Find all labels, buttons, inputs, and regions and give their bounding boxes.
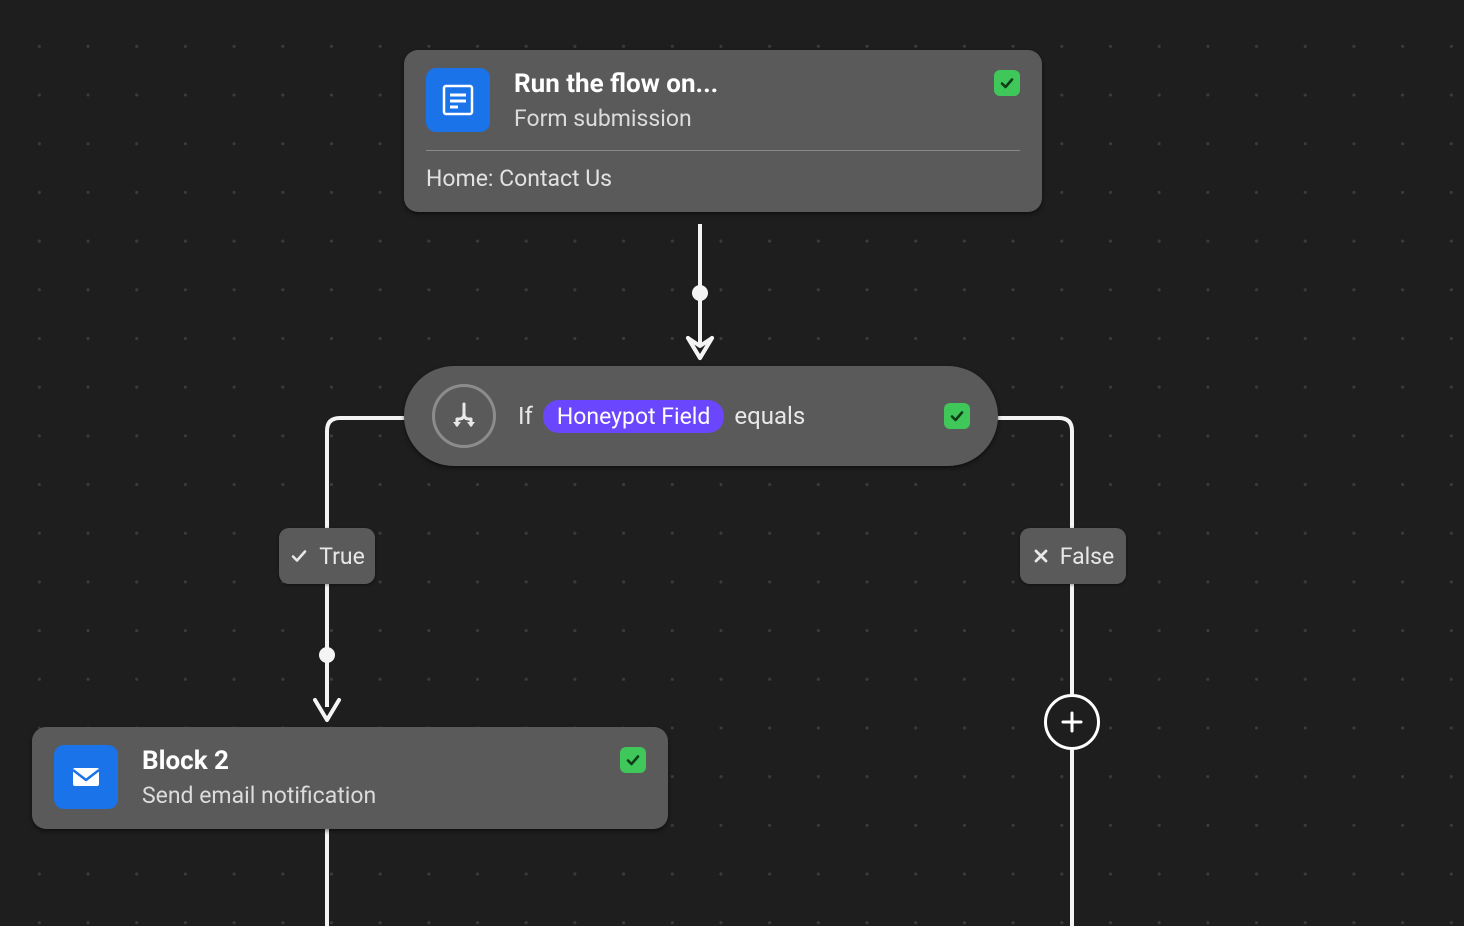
- flow-canvas[interactable]: Run the flow on... Form submission Home:…: [0, 0, 1464, 926]
- plus-icon: [1059, 709, 1085, 735]
- branch-label-false[interactable]: False: [1020, 528, 1126, 584]
- add-step-button[interactable]: [1044, 694, 1100, 750]
- action-title: Block 2: [142, 745, 646, 778]
- form-icon: [426, 68, 490, 132]
- status-check-icon: [994, 70, 1020, 96]
- branch-false-text: False: [1060, 543, 1115, 570]
- trigger-title: Run the flow on...: [514, 68, 1020, 101]
- trigger-node[interactable]: Run the flow on... Form submission Home:…: [404, 50, 1042, 212]
- condition-operator: equals: [734, 402, 805, 430]
- trigger-detail: Home: Contact Us: [426, 165, 1020, 192]
- check-icon: [289, 546, 309, 566]
- condition-node[interactable]: If Honeypot Field equals: [404, 366, 998, 466]
- condition-field-token[interactable]: Honeypot Field: [543, 400, 725, 433]
- status-check-icon: [944, 403, 970, 429]
- trigger-subtitle: Form submission: [514, 105, 1020, 132]
- close-icon: [1032, 547, 1050, 565]
- condition-prefix: If: [518, 402, 533, 430]
- divider: [426, 150, 1020, 151]
- action-subtitle: Send email notification: [142, 782, 646, 809]
- condition-expression: If Honeypot Field equals: [518, 400, 805, 433]
- status-check-icon: [620, 747, 646, 773]
- branch-label-true[interactable]: True: [279, 528, 375, 584]
- action-node[interactable]: Block 2 Send email notification: [32, 727, 668, 829]
- branch-icon: [432, 384, 496, 448]
- branch-true-text: True: [319, 543, 365, 570]
- mail-icon: [54, 745, 118, 809]
